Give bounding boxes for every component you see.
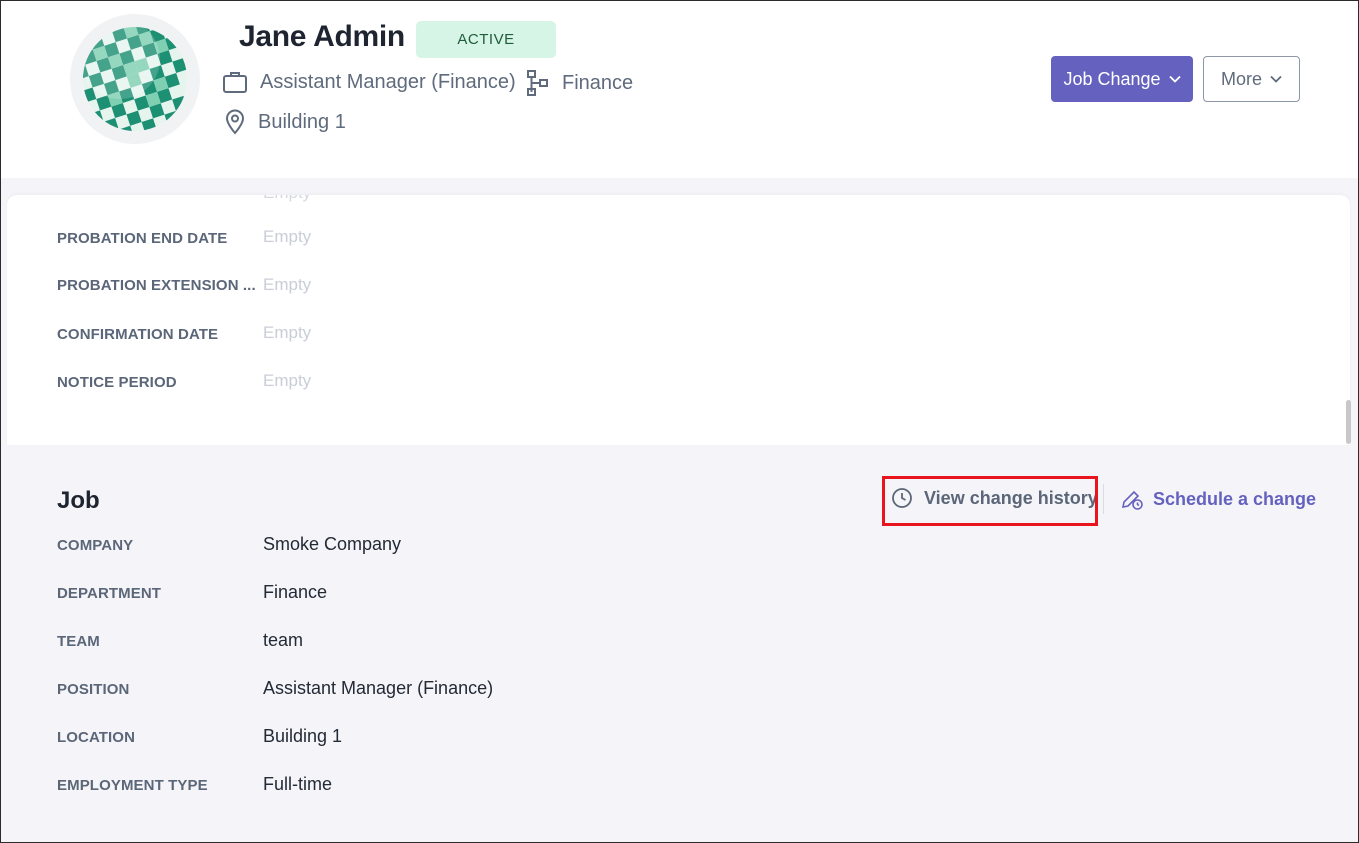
map-pin-icon xyxy=(225,109,245,135)
job-field-value[interactable]: Assistant Manager (Finance) xyxy=(263,678,493,699)
clipped-value: Empty xyxy=(263,195,311,203)
employment-card: Empty PROBATION END DATE Empty PROBATION… xyxy=(7,195,1350,445)
field-value[interactable]: Empty xyxy=(263,371,311,391)
field-label: NOTICE PERIOD xyxy=(57,374,177,391)
schedule-change-label: Schedule a change xyxy=(1153,488,1317,509)
highlight-box xyxy=(882,476,1098,526)
job-field-value[interactable]: Full-time xyxy=(263,774,332,795)
position-text: Assistant Manager (Finance) xyxy=(260,70,516,93)
position-meta: Assistant Manager (Finance) xyxy=(222,69,516,95)
location-meta: Building 1 xyxy=(224,109,346,135)
chevron-down-icon xyxy=(1270,75,1282,83)
job-field-label: LOCATION xyxy=(57,729,136,746)
job-field-value[interactable]: Finance xyxy=(263,582,327,603)
field-value[interactable]: Empty xyxy=(263,227,311,247)
field-value[interactable]: Empty xyxy=(263,275,311,295)
divider xyxy=(1103,484,1104,514)
chevron-down-icon xyxy=(1168,75,1181,83)
briefcase-icon xyxy=(223,72,247,93)
more-button[interactable]: More xyxy=(1203,56,1300,102)
job-field-value[interactable]: Building 1 xyxy=(263,726,342,747)
more-label: More xyxy=(1220,68,1262,89)
field-value[interactable]: Empty xyxy=(263,323,311,343)
avatar[interactable] xyxy=(70,14,200,144)
field-label: PROBATION END DATE xyxy=(57,230,228,247)
job-field-value[interactable]: Smoke Company xyxy=(263,534,401,555)
job-field-label: TEAM xyxy=(57,633,100,650)
job-field-label: COMPANY xyxy=(57,537,134,554)
job-field-label: DEPARTMENT xyxy=(57,585,162,602)
job-change-button[interactable]: Job Change xyxy=(1051,56,1193,102)
job-field-value[interactable]: team xyxy=(263,630,303,651)
status-badge: ACTIVE xyxy=(416,21,556,58)
department-meta: Finance xyxy=(526,69,633,97)
scrollbar-thumb[interactable] xyxy=(1346,400,1351,444)
profile-header: Jane Admin ACTIVE Assistant Manager (Fin… xyxy=(0,0,1359,190)
pen-clock-icon xyxy=(1121,490,1143,510)
job-field-label: EMPLOYMENT TYPE xyxy=(57,777,208,794)
job-field-label: POSITION xyxy=(57,681,130,698)
location-text: Building 1 xyxy=(258,110,346,133)
department-text: Finance xyxy=(562,71,634,94)
employee-name: Jane Admin xyxy=(239,20,405,53)
job-change-label: Job Change xyxy=(1063,68,1161,89)
schedule-change-link[interactable]: Schedule a change xyxy=(1120,487,1316,511)
field-label: CONFIRMATION DATE xyxy=(57,326,219,343)
org-chart-icon xyxy=(527,70,548,96)
field-label: PROBATION EXTENSION ... xyxy=(57,277,256,294)
section-title-job: Job xyxy=(57,487,100,514)
